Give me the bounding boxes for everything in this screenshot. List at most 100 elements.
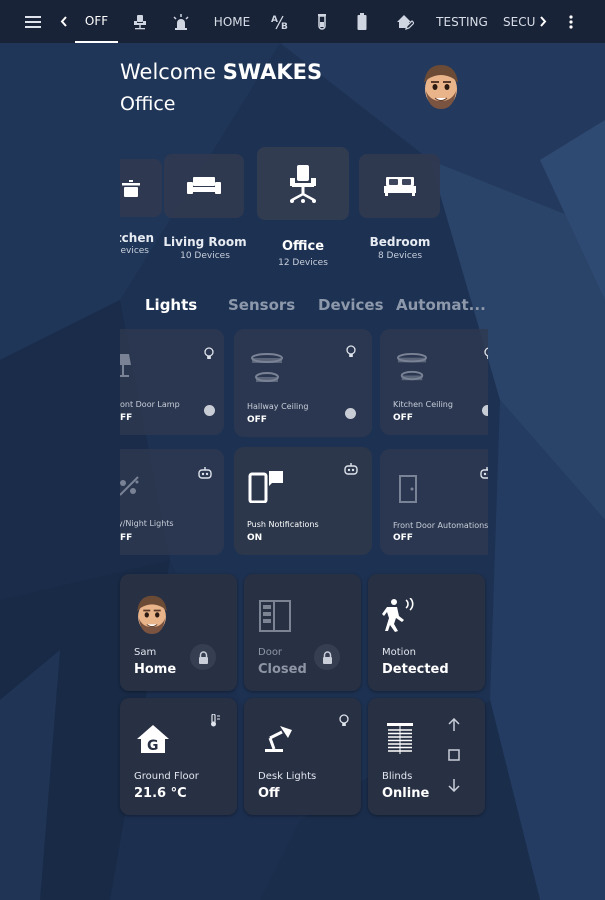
desk-lights-card[interactable]: Desk Lights Off [244,698,361,815]
tab-devices[interactable]: Devices [318,296,384,314]
tile-name: Push Notifications [247,520,319,529]
tab-sensors[interactable]: Sensors [228,296,295,314]
card-name: Blinds [382,771,413,782]
tab-home-edit[interactable] [392,0,418,43]
door-icon [399,475,417,503]
more-vert-icon[interactable] [562,0,580,43]
tile-front-door-automations[interactable]: Front Door Automations OFF [380,449,488,555]
lock-button[interactable] [190,644,216,670]
test-tube-icon [318,13,326,30]
alarm-light-icon [173,13,189,30]
room-devices-bedroom: 8 Devices [377,251,423,261]
ab-test-icon: AB [271,15,288,30]
tile-front-door-lamp[interactable]: ont Door Lamp FF [120,329,224,435]
blinds-down-button[interactable] [444,776,464,794]
ceiling-light-icon [251,353,283,382]
blinds-stop-button[interactable] [444,746,464,764]
door-card[interactable]: Door Closed [244,574,361,691]
blinds-up-button[interactable] [444,716,464,734]
room-devices-kitchen: Devices [120,246,149,256]
card-state: Online [382,786,430,801]
room-card-living-room[interactable] [164,154,244,218]
tile-state: OFF [393,533,413,543]
avatar[interactable] [418,61,464,111]
avatar [132,592,172,636]
cellphone-message-icon [248,471,283,503]
rooms-carousel: tchen Devices Living Room 10 Devices Off… [120,143,490,273]
menu-icon[interactable] [20,0,46,43]
room-label-kitchen: tchen [120,231,154,245]
device-tile-grid: ont Door Lamp FF Hallway Ceiling OFF Kit… [120,329,488,555]
tile-name: Hallway Ceiling [247,402,309,411]
tab-home[interactable]: HOME [208,0,256,43]
tile-name: ont Door Lamp [120,400,180,409]
room-label-living-room: Living Room [163,235,247,249]
room-label-bedroom: Bedroom [369,235,431,249]
door-open-icon [259,600,291,632]
card-name: Desk Lights [258,771,317,782]
tile-kitchen-ceiling[interactable]: Kitchen Ceiling OFF [380,329,488,435]
temperature-card[interactable]: G Ground Floor 21.6 °C [120,698,237,815]
card-state: Detected [382,662,449,677]
room-label-office: Office [281,239,325,254]
lamp-icon [120,354,131,377]
blinds-card[interactable]: Blinds Online [368,698,485,815]
office-chair-icon [134,14,146,29]
desk-lamp-icon [265,726,292,752]
tab-office-chair[interactable] [128,0,152,43]
tab-security[interactable]: SECU [503,0,535,43]
tab-lights[interactable]: Lights [145,296,197,314]
scroll-right-icon[interactable] [535,0,551,43]
card-name: Ground Floor [134,771,199,782]
tile-state: FF [120,533,133,543]
robot-icon [198,467,212,479]
lock-icon [322,650,332,664]
toggle-indicator[interactable] [345,408,356,419]
welcome-heading: Welcome SWAKES [120,60,322,84]
tab-off-label: OFF [84,13,109,28]
tab-off[interactable]: OFF [75,0,118,43]
bed-icon [383,177,416,196]
tile-name: Front Door Automations [393,521,488,530]
weather-night-icon [120,476,139,496]
tile-day-night-lights[interactable]: y/Night Lights FF [120,449,224,555]
tab-ab-test[interactable]: AB [268,0,292,43]
tile-hallway-ceiling[interactable]: Hallway Ceiling OFF [234,329,372,437]
tab-battery[interactable] [350,0,374,43]
card-state: Closed [258,662,307,677]
lock-button[interactable] [314,644,340,670]
robot-icon [344,463,358,475]
card-name: Door [258,647,283,658]
username: SWAKES [222,60,323,84]
ceiling-light-icon [397,353,427,381]
room-card-bedroom[interactable] [359,154,440,218]
top-app-bar: OFF HOME AB TESTING SECU [0,0,605,43]
card-state: Home [134,662,177,677]
scroll-left-icon[interactable] [56,0,72,43]
toggle-indicator[interactable] [204,405,215,416]
welcome-prefix: Welcome [120,60,217,84]
person-card-sam[interactable]: Sam Home [120,574,237,691]
tile-push-notifications[interactable]: Push Notifications ON [234,447,372,555]
motion-card[interactable]: Motion Detected [368,574,485,691]
toggle-indicator[interactable] [482,405,488,416]
tab-security-label: SECU [503,14,535,29]
section-tabs: Lights Sensors Devices Automat... [0,296,605,320]
battery-icon [357,13,367,30]
tab-test-tube[interactable] [310,0,334,43]
svg-text:G: G [147,738,159,754]
svg-text:B: B [281,22,288,30]
svg-text:A: A [271,15,278,25]
lightbulb-icon [484,347,488,359]
robot-icon [480,467,488,479]
tab-testing-label: TESTING [436,14,488,29]
tab-alarm-light[interactable] [168,0,194,43]
room-card-kitchen[interactable] [120,159,162,217]
motion-sensor-icon [382,598,414,632]
thermometer-icon [211,714,220,727]
dashboard-content: Welcome SWAKES Office tchen Devi [0,43,605,900]
room-card-office[interactable] [257,147,349,220]
tab-testing[interactable]: TESTING [432,0,492,43]
tile-state: OFF [247,415,267,425]
tab-automations[interactable]: Automat... [396,296,486,314]
